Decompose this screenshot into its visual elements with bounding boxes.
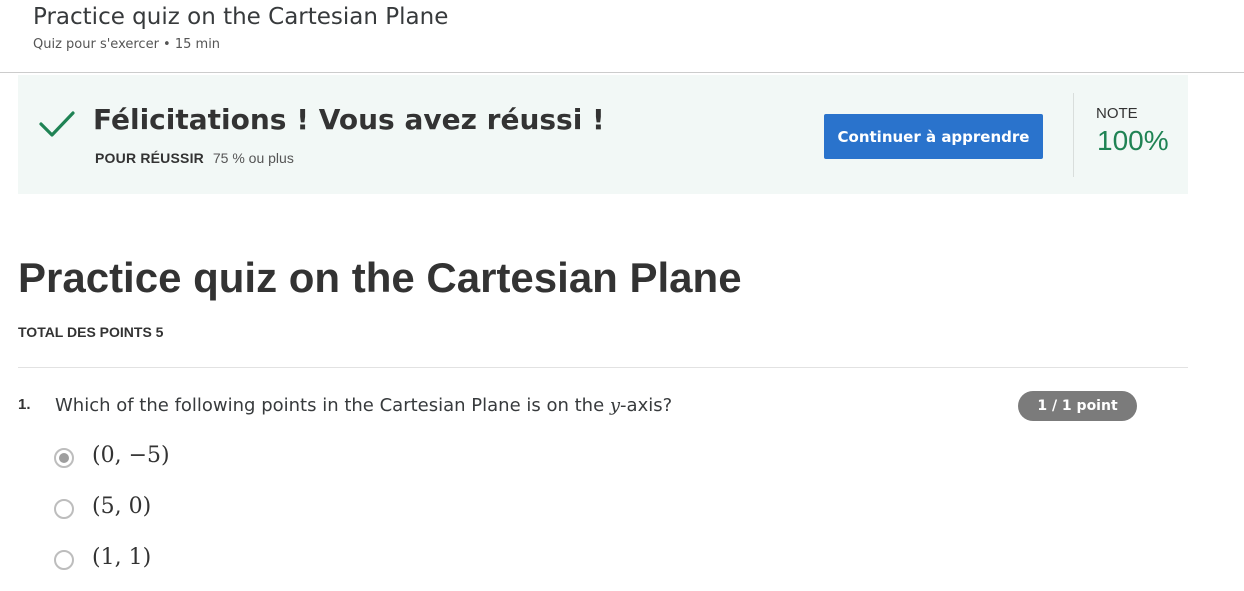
quiz-meta: Quiz pour s'exercer • 15 min	[33, 37, 221, 52]
continue-learning-button[interactable]: Continuer à apprendre	[824, 114, 1043, 159]
math-variable: y	[609, 395, 621, 416]
grade-value: 100%	[1097, 125, 1169, 156]
congrats-message: Félicitations ! Vous avez réussi !	[93, 103, 605, 136]
checkmark-icon	[39, 111, 75, 137]
total-points: TOTAL DES POINTS 5	[18, 324, 164, 340]
question-text: Which of the following points in the Car…	[55, 395, 672, 416]
radio-button[interactable]	[54, 550, 74, 570]
option-label: (1, 1)	[92, 545, 152, 570]
question-number: 1.	[18, 396, 31, 413]
radio-button[interactable]	[54, 499, 74, 519]
option-label: (0, −5)	[92, 443, 170, 468]
option-label: (5, 0)	[92, 494, 152, 519]
pass-value: 75 % ou plus	[212, 150, 294, 166]
pass-label: POUR RÉUSSIR	[95, 150, 204, 166]
divider	[1073, 93, 1074, 177]
passing-requirement: POUR RÉUSSIR 75 % ou plus	[95, 150, 294, 166]
grade-label: NOTE	[1096, 105, 1138, 122]
question-text-start: Which of the following points in the Car…	[55, 395, 610, 416]
radio-button-selected[interactable]	[54, 448, 74, 468]
quiz-title: Practice quiz on the Cartesian Plane	[18, 254, 742, 301]
page-header: Practice quiz on the Cartesian Plane Qui…	[0, 0, 1244, 73]
page-title: Practice quiz on the Cartesian Plane	[33, 4, 449, 30]
result-banner: Félicitations ! Vous avez réussi ! POUR …	[18, 75, 1188, 194]
divider	[18, 367, 1188, 368]
question-text-end: -axis?	[620, 395, 673, 416]
points-badge: 1 / 1 point	[1018, 391, 1137, 421]
